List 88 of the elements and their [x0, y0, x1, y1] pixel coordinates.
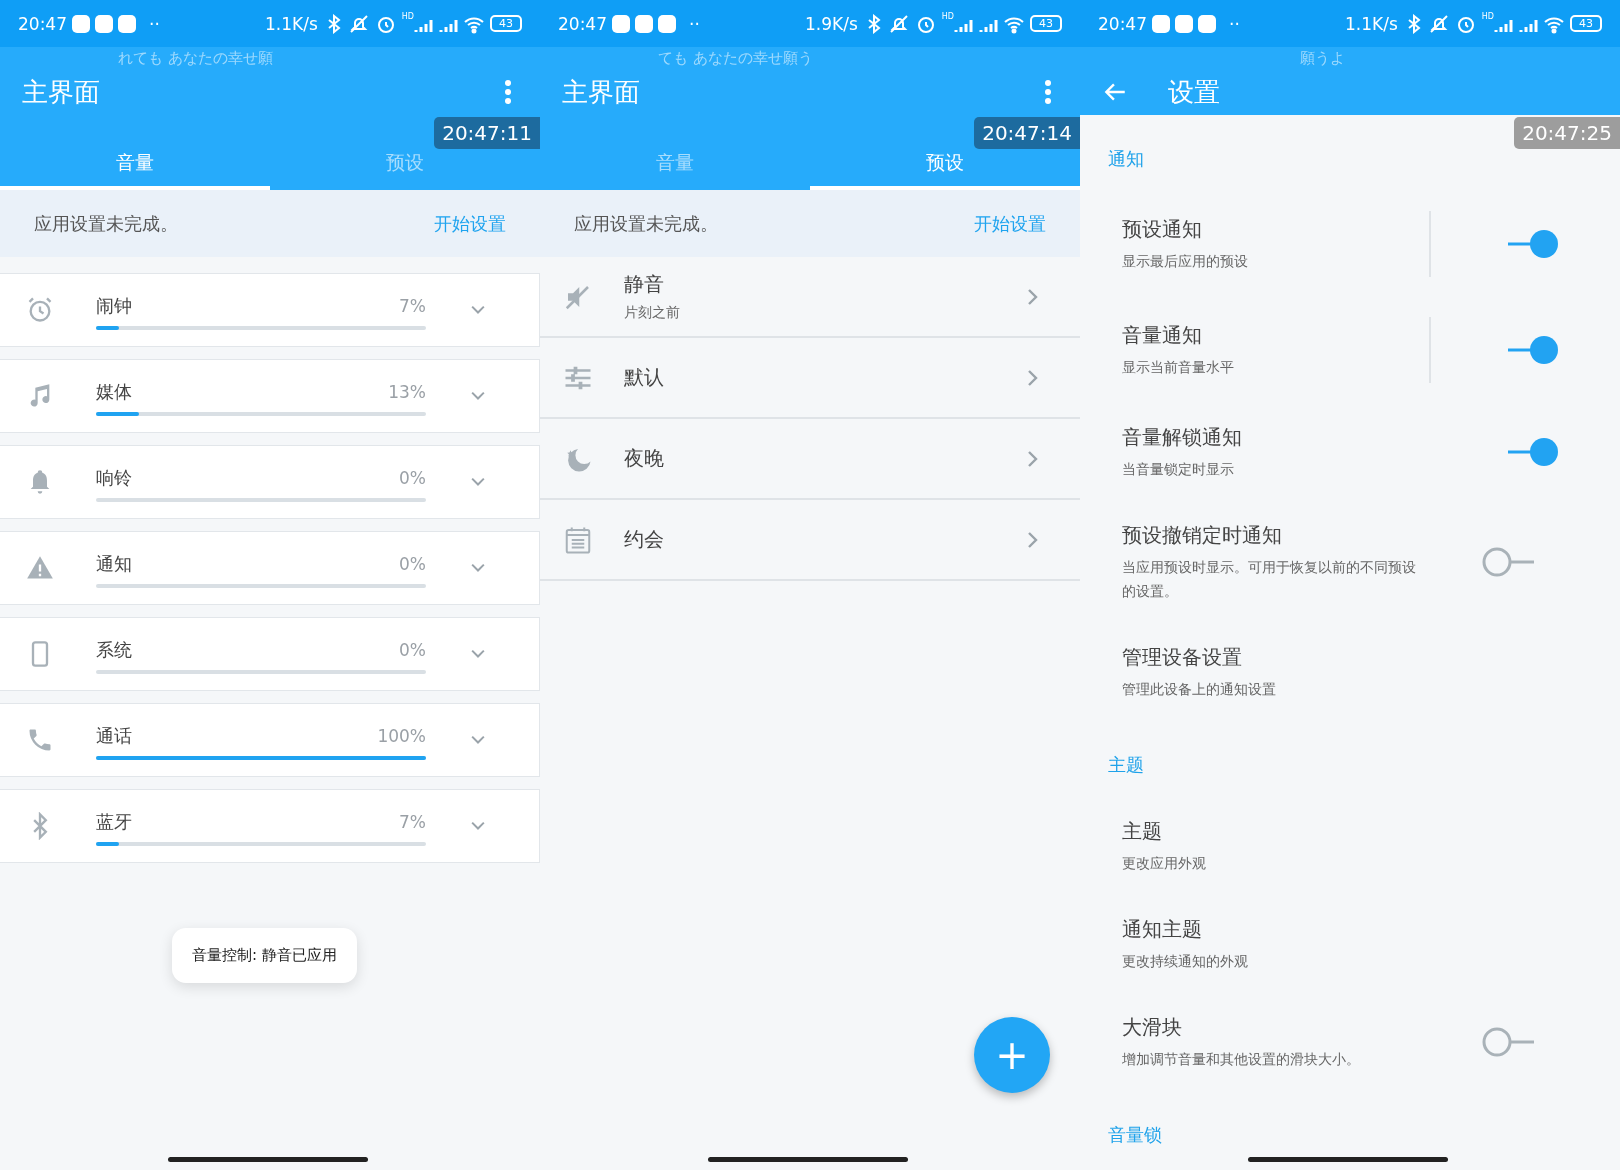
volume-slider[interactable]	[96, 756, 426, 760]
floating-lyrics: ても あなたの幸せ願う	[657, 48, 814, 69]
setting-title[interactable]: 大滑块	[1122, 1013, 1422, 1041]
app-notification-icon	[612, 14, 630, 33]
app-notification-icon	[658, 14, 676, 33]
network-speed: 1.1K/s	[265, 13, 318, 34]
preset-name[interactable]: 夜晚	[624, 445, 1024, 472]
channel-name: 响铃	[96, 466, 132, 490]
notice-text: 应用设置未完成。	[34, 211, 179, 236]
app-bar-title: 主界面	[562, 75, 641, 109]
setting-title[interactable]: 音量解锁通知	[1122, 423, 1422, 451]
setting-description: 当应用预设时显示。可用于恢复以前的不同预设的设置。	[1122, 558, 1417, 601]
section-header: 音量锁	[1108, 1123, 1162, 1147]
volume-slider[interactable]	[96, 326, 426, 330]
hd-label: HD	[1481, 12, 1494, 21]
toggle-switch[interactable]	[1481, 1026, 1535, 1058]
network-speed: 1.1K/s	[1345, 13, 1398, 34]
app-notification-icon	[95, 14, 113, 33]
preset-name[interactable]: 默认	[624, 364, 1024, 391]
battery-indicator: 43	[490, 15, 522, 32]
toggle-switch[interactable]	[1481, 546, 1535, 578]
preset-subtitle: 片刻之前	[624, 304, 681, 322]
preset-name[interactable]: 约会	[624, 526, 1024, 553]
setting-title[interactable]: 预设撤销定时通知	[1122, 521, 1422, 549]
setting-title[interactable]: 管理设备设置	[1122, 643, 1562, 671]
hd-label: HD	[401, 12, 414, 21]
network-speed: 1.9K/s	[805, 13, 858, 34]
app-notification-icon	[1175, 14, 1193, 33]
status-time: 20:47	[558, 13, 607, 34]
setting-title[interactable]: 音量通知	[1122, 321, 1422, 349]
app-notification-icon	[72, 14, 90, 33]
app-notification-icon	[635, 14, 653, 33]
volume-percent: 100%	[377, 726, 426, 746]
channel-name: 系统	[96, 638, 132, 662]
volume-slider[interactable]	[96, 498, 426, 502]
app-bar-title: 主界面	[22, 75, 101, 109]
setting-title[interactable]: 通知主题	[1122, 915, 1562, 943]
preset-name[interactable]: 静音	[624, 271, 1024, 298]
channel-name: 蓝牙	[96, 810, 132, 834]
hd-label: HD	[941, 12, 954, 21]
timestamp-badge: 20:47:11	[434, 117, 540, 149]
app-notification-icon	[1152, 14, 1170, 33]
setting-description: 增加调节音量和其他设置的滑块大小。	[1122, 1050, 1361, 1069]
app-bar-title: 设置	[1168, 75, 1221, 109]
volume-percent: 13%	[388, 382, 426, 402]
volume-percent: 7%	[399, 296, 426, 316]
setting-description: 管理此设备上的通知设置	[1122, 680, 1277, 699]
notice-text: 应用设置未完成。	[574, 211, 719, 236]
volume-slider[interactable]	[96, 412, 426, 416]
volume-percent: 7%	[399, 812, 426, 832]
volume-slider[interactable]	[96, 584, 426, 588]
floating-lyrics: れても あなたの幸せ願	[117, 48, 274, 69]
section-header: 主题	[1108, 753, 1144, 777]
more-notifications-dots: ··	[689, 13, 700, 34]
battery-indicator: 43	[1570, 15, 1602, 32]
setting-description: 更改持续通知的外观	[1122, 952, 1249, 971]
status-time: 20:47	[18, 13, 67, 34]
volume-slider[interactable]	[96, 842, 426, 846]
app-notification-icon	[118, 14, 136, 33]
channel-name: 媒体	[96, 380, 132, 404]
setting-description: 显示当前音量水平	[1122, 358, 1235, 377]
more-notifications-dots: ··	[149, 13, 160, 34]
setting-title[interactable]: 预设通知	[1122, 215, 1422, 243]
more-notifications-dots: ··	[1229, 13, 1240, 34]
timestamp-badge: 20:47:14	[974, 117, 1080, 149]
volume-slider[interactable]	[96, 670, 426, 674]
channel-name: 通话	[96, 724, 132, 748]
timestamp-badge: 20:47:25	[1514, 117, 1620, 149]
toggle-switch[interactable]	[1506, 228, 1560, 260]
warning-icon	[26, 554, 54, 582]
channel-name: 闹钟	[96, 294, 132, 318]
floating-lyrics: 願うよ	[1299, 48, 1346, 69]
setting-title[interactable]: 主题	[1122, 817, 1562, 845]
battery-indicator: 43	[1030, 15, 1062, 32]
status-time: 20:47	[1098, 13, 1147, 34]
alarm-clock-icon	[26, 296, 54, 324]
toggle-switch[interactable]	[1506, 436, 1560, 468]
app-notification-icon	[1198, 14, 1216, 33]
volume-percent: 0%	[399, 554, 426, 574]
volume-percent: 0%	[399, 468, 426, 488]
setting-description: 当音量锁定时显示	[1122, 460, 1235, 479]
setting-description: 更改应用外观	[1122, 854, 1207, 873]
setting-description: 显示最后应用的预设	[1122, 252, 1249, 271]
volume-percent: 0%	[399, 640, 426, 660]
channel-name: 通知	[96, 552, 132, 576]
toast-message: 音量控制: 静音已应用	[172, 928, 357, 983]
toggle-switch[interactable]	[1506, 334, 1560, 366]
section-header: 通知	[1108, 147, 1144, 171]
